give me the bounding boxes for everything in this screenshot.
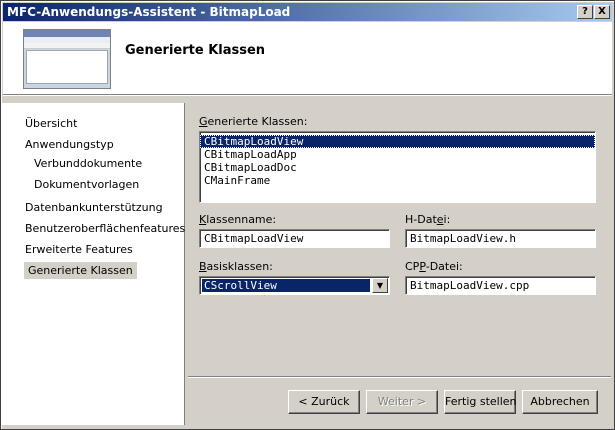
sidebar-item-datenbank[interactable]: Datenbankunterstützung: [25, 201, 163, 214]
page-title: Generierte Klassen: [125, 43, 266, 58]
baseclass-label: Basisklassen:: [199, 260, 273, 273]
back-button[interactable]: < Zurück: [288, 390, 360, 414]
cppfile-label: CPP-Datei:: [405, 260, 463, 273]
footer-separator: [188, 376, 611, 378]
hfile-label: H-Datei:: [405, 213, 451, 226]
cancel-button[interactable]: Abbrechen: [522, 390, 598, 414]
classes-label: Generierte Klassen:: [199, 115, 308, 128]
baseclass-combobox[interactable]: CScrollView ▼: [199, 276, 390, 295]
sidebar-divider: [184, 103, 187, 425]
finish-button[interactable]: Fertig stellen: [444, 390, 517, 414]
chevron-down-icon[interactable]: ▼: [372, 278, 388, 293]
window-title: MFC-Anwendungs-Assistent - BitmapLoad: [7, 5, 291, 19]
classname-field[interactable]: CBitmapLoadView: [199, 229, 390, 248]
app-preview-icon: [23, 29, 111, 89]
sidebar-item-erweitert[interactable]: Erweiterte Features: [25, 243, 133, 256]
header-panel: Generierte Klassen: [3, 22, 612, 95]
help-button[interactable]: ?: [577, 5, 593, 19]
hfile-field[interactable]: BitmapLoadView.h: [405, 229, 596, 248]
classes-listbox[interactable]: CBitmapLoadView CBitmapLoadApp CBitmapLo…: [199, 131, 596, 203]
cppfile-field[interactable]: BitmapLoadView.cpp: [405, 276, 596, 295]
title-bar: MFC-Anwendungs-Assistent - BitmapLoad ? …: [3, 3, 612, 21]
sidebar-item-uebersicht[interactable]: Übersicht: [25, 117, 77, 130]
baseclass-value: CScrollView: [202, 279, 370, 292]
list-item[interactable]: CBitmapLoadDoc: [200, 161, 595, 174]
sidebar-item-anwendungstyp[interactable]: Anwendungstyp: [25, 138, 114, 151]
list-item[interactable]: CBitmapLoadApp: [200, 148, 595, 161]
close-button[interactable]: X: [594, 5, 610, 19]
sidebar-item-dokumentvorlagen[interactable]: Dokumentvorlagen: [34, 178, 139, 191]
classname-label: Klassenname:: [199, 213, 277, 226]
sidebar-item-benutzeroberflaeche[interactable]: Benutzeroberflächenfeatures: [25, 222, 185, 235]
list-item[interactable]: CMainFrame: [200, 174, 595, 187]
list-item[interactable]: CBitmapLoadView: [200, 135, 595, 148]
next-button[interactable]: Weiter >: [366, 390, 438, 414]
sidebar-item-generierte-klassen[interactable]: Generierte Klassen: [24, 262, 137, 279]
sidebar-item-verbunddokumente[interactable]: Verbunddokumente: [34, 157, 142, 170]
